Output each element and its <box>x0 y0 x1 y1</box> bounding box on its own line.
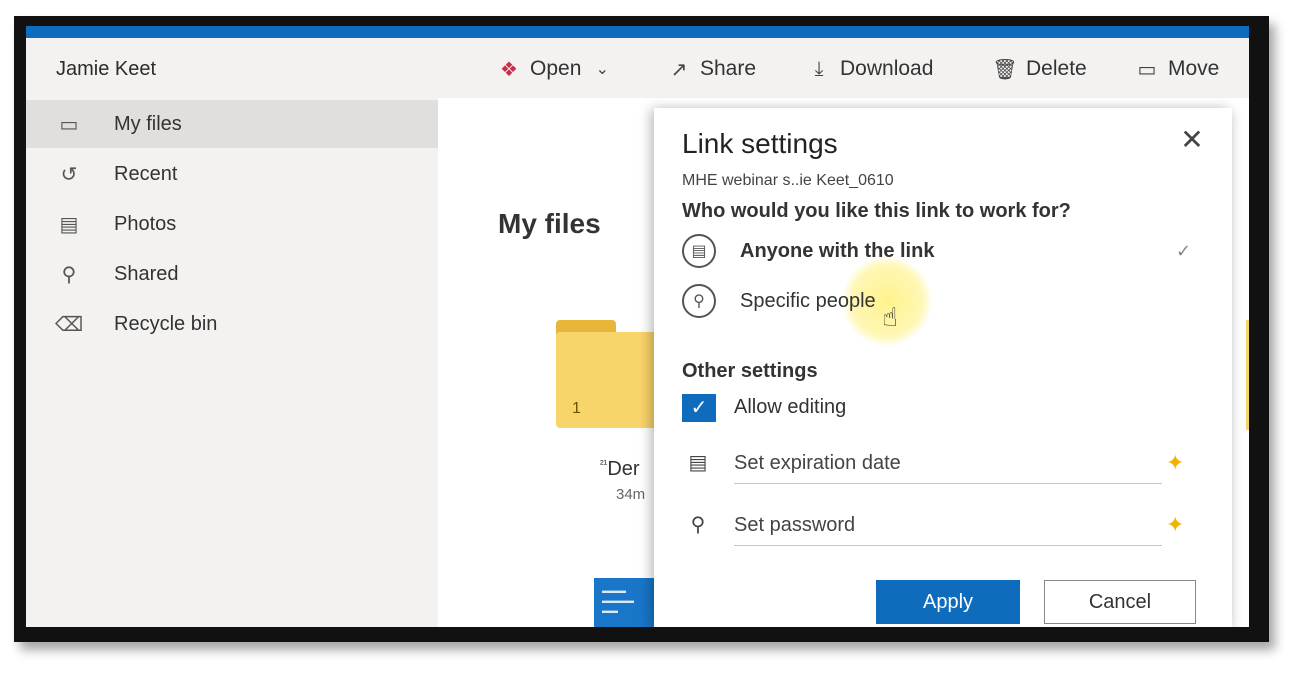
share-label: Share <box>700 57 757 80</box>
move-label: Move <box>1168 57 1220 80</box>
user-name: Jamie Keet <box>56 58 157 80</box>
folder-icon: ▭ <box>59 113 79 136</box>
sidebar-item-label: Recycle bin <box>114 312 218 335</box>
sidebar-item-label: Photos <box>114 212 177 235</box>
sidebar-item-shared[interactable]: ⚲ Shared <box>26 250 438 298</box>
folder-tile-partial[interactable]: 0 <box>1246 320 1249 430</box>
people-icon: ⚲ <box>61 263 77 286</box>
option-label: Specific people <box>740 289 876 312</box>
expiration-label: Set expiration date <box>734 452 901 474</box>
chevron-down-icon[interactable]: ⌄ <box>589 59 615 79</box>
sidebar-item-label: My files <box>114 112 182 135</box>
hand-cursor-icon: ☝ <box>882 302 898 332</box>
cancel-button[interactable]: Cancel <box>1044 580 1196 624</box>
delete-button[interactable]: 🗑 Delete <box>992 56 1087 82</box>
sidebar-item-photos[interactable]: ▤ Photos <box>26 200 438 248</box>
checkmark-icon: ✓ <box>1176 240 1192 261</box>
folder-name-text: Der <box>607 458 640 480</box>
apply-button[interactable]: Apply <box>876 580 1020 624</box>
download-label: Download <box>840 57 934 80</box>
onedrive-window: Jamie Keet ❖ Open ⌄ ↗ Share ⤓ Download 🗑… <box>26 26 1249 627</box>
command-bar: Jamie Keet ❖ Open ⌄ ↗ Share ⤓ Download 🗑… <box>26 38 1249 98</box>
allow-editing-checkbox[interactable]: ✓ <box>682 394 716 422</box>
sidebar-item-recycle-bin[interactable]: ⌫ Recycle bin <box>26 300 438 348</box>
folder-tile[interactable]: 1 <box>556 320 666 430</box>
sidebar-item-label: Shared <box>114 262 179 285</box>
folder-name[interactable]: ²¹Der <box>600 458 640 481</box>
top-accent-bar <box>26 26 1249 38</box>
field-underline <box>734 483 1162 484</box>
field-underline <box>734 545 1162 546</box>
premium-icon: ✦ <box>1166 450 1185 475</box>
history-icon: ↺ <box>60 163 78 186</box>
globe-icon: ▤ <box>682 234 716 268</box>
set-password-row[interactable]: ⚲ Set password ✦ <box>682 506 1202 546</box>
link-audience-question: Who would you like this link to work for… <box>682 200 1071 222</box>
thumbnail-text: ▬▬▬ ▬▬▬▬ ▬▬ <box>602 586 634 615</box>
trash-icon: 🗑 <box>992 58 1018 81</box>
open-office-icon: ❖ <box>500 58 518 81</box>
calendar-icon: ▤ <box>688 452 708 474</box>
move-button[interactable]: ▭ Move <box>1134 56 1220 82</box>
lock-icon: ⚲ <box>690 514 706 536</box>
recycle-bin-icon: ⌫ <box>54 313 84 336</box>
option-anyone-with-link[interactable]: ▤ Anyone with the link ✓ <box>682 234 1202 268</box>
delete-label: Delete <box>1026 57 1087 80</box>
password-label: Set password <box>734 514 856 536</box>
share-icon: ↗ <box>670 58 688 81</box>
page-title: My files <box>498 208 601 239</box>
share-button[interactable]: ↗ Share <box>666 56 756 82</box>
download-button[interactable]: ⤓ Download <box>806 56 934 82</box>
link-settings-panel: Link settings ✕ MHE webinar s..ie Keet_0… <box>654 108 1232 627</box>
sidebar-item-label: Recent <box>114 162 178 185</box>
allow-editing-label: Allow editing <box>734 396 847 418</box>
panel-title: Link settings <box>682 128 838 159</box>
close-icon[interactable]: ✕ <box>1174 122 1210 158</box>
open-button[interactable]: ❖ Open ⌄ <box>496 56 615 82</box>
download-icon: ⤓ <box>814 57 824 80</box>
premium-icon: ✦ <box>1166 512 1185 537</box>
sidebar-item-my-files[interactable]: ▭ My files <box>26 100 438 148</box>
folder-modified: 34m <box>616 486 646 503</box>
sidebar-item-recent[interactable]: ↺ Recent <box>26 150 438 198</box>
folder-item-count: 1 <box>572 400 581 417</box>
option-specific-people[interactable]: ⚲ Specific people <box>682 284 1202 318</box>
set-expiration-date-row[interactable]: ▤ Set expiration date ✦ <box>682 444 1202 484</box>
photo-icon: ▤ <box>59 213 79 236</box>
screenshot-frame: Jamie Keet ❖ Open ⌄ ↗ Share ⤓ Download 🗑… <box>14 16 1269 642</box>
file-name: MHE webinar s..ie Keet_0610 <box>682 172 894 189</box>
sidebar: ▭ My files ↺ Recent ▤ Photos ⚲ Shared ⌫ … <box>26 98 438 627</box>
open-label: Open <box>530 57 582 80</box>
other-settings-title: Other settings <box>682 360 818 382</box>
move-icon: ▭ <box>1137 58 1157 81</box>
people-icon: ⚲ <box>682 284 716 318</box>
